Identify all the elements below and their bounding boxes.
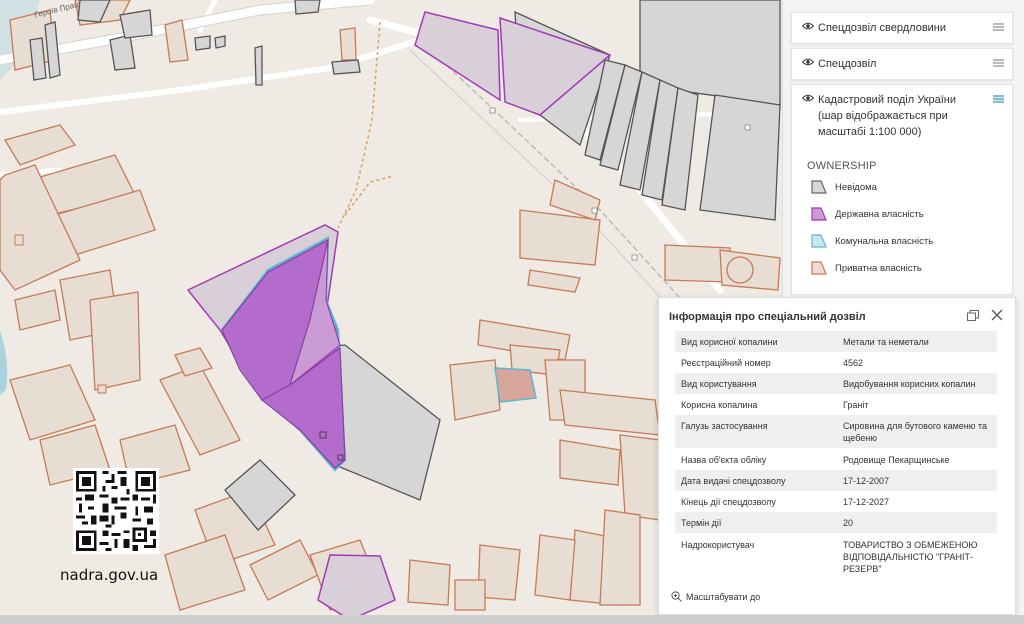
menu-icon[interactable]: [993, 23, 1004, 31]
popout-icon[interactable]: [967, 310, 979, 321]
qr-code-icon: [73, 468, 159, 554]
table-row: Реєстраційний номер 4562: [681, 358, 864, 368]
site-url: nadra.gov.ua: [60, 566, 159, 584]
legend-item-state: Державна власність: [811, 207, 924, 221]
info-panel-title: Інформація про спеціальний дозвіл: [669, 311, 866, 323]
bottom-bar: [0, 615, 1024, 624]
communal-parcel-small: [494, 367, 537, 403]
layer-item-well-permits[interactable]: Спецдозвіл свердловини: [791, 12, 1013, 44]
permit-info-panel: Інформація про спеціальний дозвіл Вид ко…: [658, 297, 1016, 615]
legend-item-private: Приватна власність: [811, 261, 922, 275]
map-marker: [489, 107, 496, 114]
table-row: Назва об'єкта обліку Родовище Пекарщинськ…: [681, 455, 950, 465]
private-parcel-small: [14, 234, 24, 246]
table-row: Кінець дії спецдозволу 17-12-2027: [681, 497, 890, 507]
private-parcel-small: [97, 384, 107, 394]
layer-item-permits[interactable]: Спецдозвіл: [791, 48, 1013, 80]
zoom-icon: [671, 591, 682, 602]
close-icon[interactable]: [991, 309, 1003, 321]
menu-icon[interactable]: [993, 59, 1004, 67]
legend-item-unknown: Невідома: [811, 180, 877, 194]
private-parcel-round: [726, 256, 754, 284]
legend-swatch: [811, 180, 827, 194]
layer-label: Спецдозвіл: [818, 58, 877, 70]
map-marker: [591, 207, 598, 214]
zoom-to-button[interactable]: Масштабувати до: [671, 591, 760, 602]
table-row: Корисна копалина Граніт: [681, 400, 869, 410]
map-marker: [631, 254, 638, 261]
legend-swatch: [811, 234, 827, 248]
eye-icon[interactable]: [802, 22, 814, 30]
legend-item-communal: Комунальна власність: [811, 234, 933, 248]
legend-swatch: [811, 261, 827, 275]
table-row: Вид користування Видобування корисних коп…: [675, 373, 997, 394]
eye-icon[interactable]: [802, 94, 814, 102]
layer-label: Кадастровий поділ України (шар відобража…: [818, 94, 957, 138]
legend-toggle-icon[interactable]: [993, 95, 1004, 103]
legend-swatch: [811, 207, 827, 221]
table-row: Термін дії 20: [675, 512, 997, 533]
table-row: Надрокористувач ТОВАРИСТВО З ОБМЕЖЕНОЮ ВІ…: [681, 540, 978, 575]
attributes-table: Вид корисної копалини Метали та неметали …: [675, 331, 997, 579]
table-row: Вид корисної копалини Метали та неметали: [675, 331, 997, 352]
zoom-label: Масштабувати до: [686, 591, 761, 602]
layer-label: Спецдозвіл свердловини: [818, 22, 947, 34]
eye-icon[interactable]: [802, 58, 814, 66]
map-marker: [744, 124, 751, 131]
table-row: Галузь застосування Сировина для бутового…: [675, 415, 997, 448]
table-row: Дата видачі спецдозволу 17-12-2007: [675, 470, 997, 491]
legend-title: OWNERSHIP: [807, 160, 877, 172]
